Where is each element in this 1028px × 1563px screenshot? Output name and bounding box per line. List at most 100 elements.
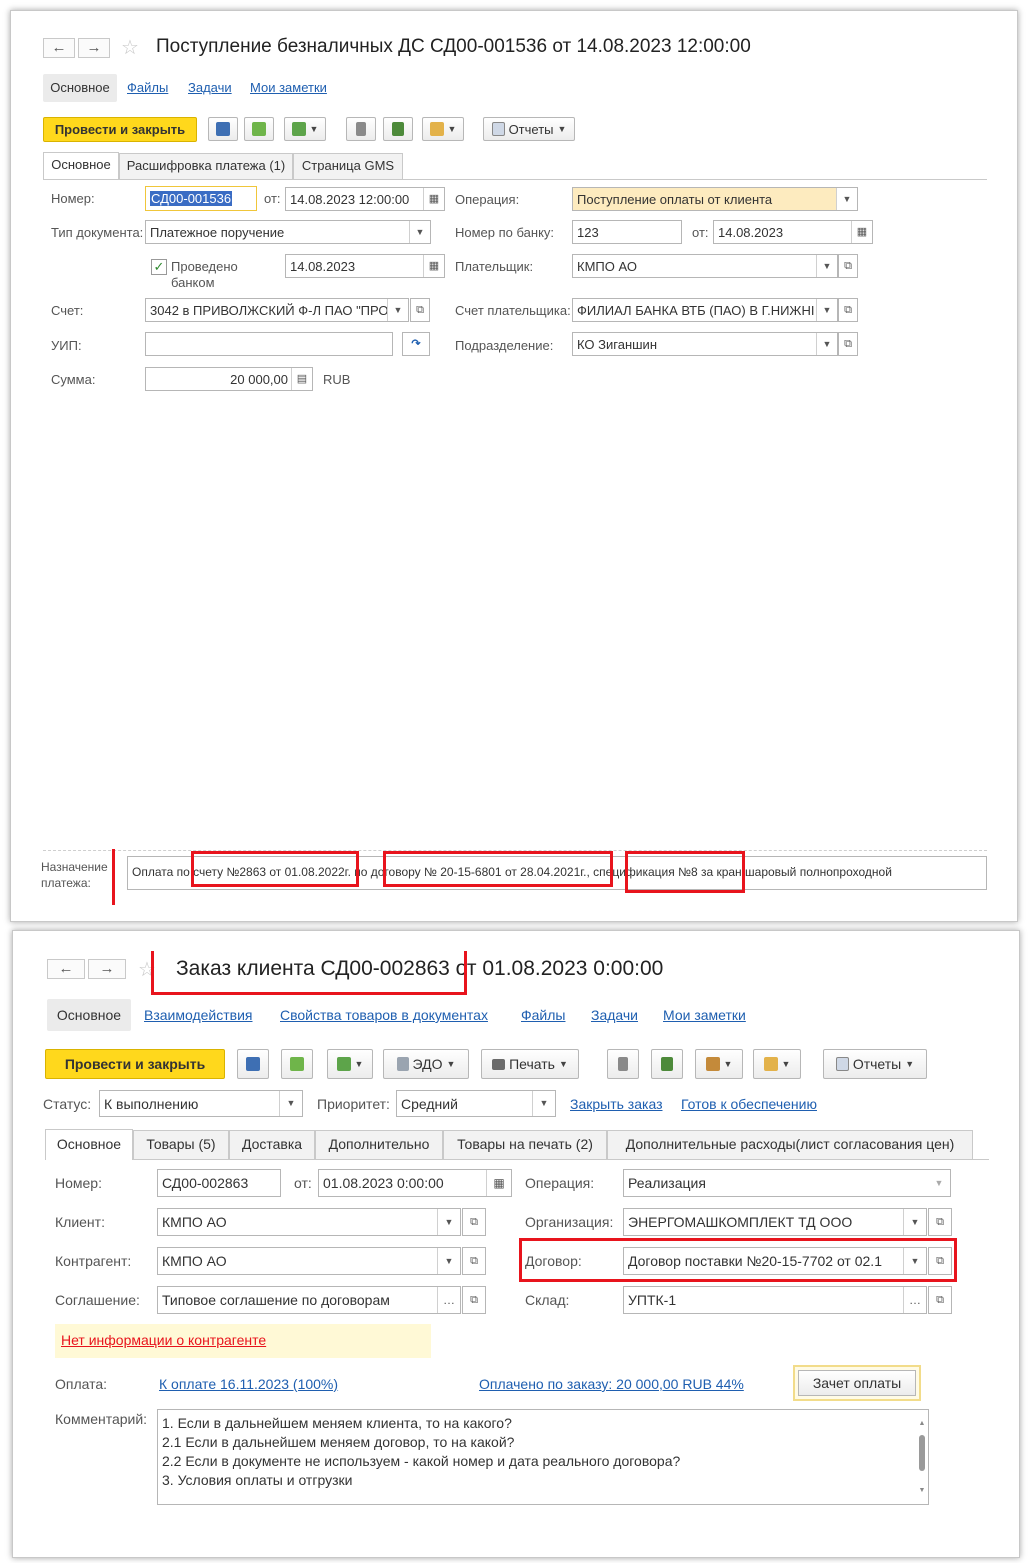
save-button[interactable] <box>208 117 238 141</box>
bank-number-field[interactable]: 123 <box>572 220 682 244</box>
organization-field[interactable]: ЭНЕРГОМАШКОМПЛЕКТ ТД ООО ▼ <box>623 1208 927 1236</box>
post-and-close-button[interactable]: Провести и закрыть <box>45 1049 225 1079</box>
comment-scrollbar[interactable]: ▲ ▼ <box>918 1414 926 1500</box>
tab-goods[interactable]: Товары (5) <box>133 1130 229 1159</box>
client-field[interactable]: КМПО АО ▼ <box>157 1208 461 1236</box>
create-based-on-button[interactable]: ▼ <box>327 1049 373 1079</box>
tab-gms[interactable]: Страница GMS <box>293 153 403 179</box>
reports-button[interactable]: Отчеты ▼ <box>483 117 575 141</box>
forward-button[interactable]: → <box>78 38 110 58</box>
chevron-down-icon[interactable]: ▼ <box>903 1209 926 1235</box>
journal-button[interactable] <box>607 1049 639 1079</box>
tab-additional[interactable]: Дополнительно <box>315 1130 443 1159</box>
counterparty-field[interactable]: КМПО АО ▼ <box>157 1247 461 1275</box>
warehouse-field[interactable]: УПТК-1 … <box>623 1286 927 1314</box>
calendar-icon[interactable]: ▦ <box>423 255 444 277</box>
tab-print-goods[interactable]: Товары на печать (2) <box>443 1130 607 1159</box>
section-tab-tasks[interactable]: Задачи <box>591 1007 638 1023</box>
section-tab-files[interactable]: Файлы <box>127 80 168 95</box>
chevron-down-icon[interactable]: ▼ <box>816 255 837 277</box>
edit-button[interactable] <box>651 1049 683 1079</box>
tab-main[interactable]: Основное <box>45 1129 133 1160</box>
paid-by-order-link[interactable]: Оплачено по заказу: 20 000,00 RUB 44% <box>479 1376 744 1392</box>
reports-button[interactable]: Отчеты ▼ <box>823 1049 927 1079</box>
back-button[interactable]: ← <box>47 959 85 979</box>
attach-button[interactable]: ▼ <box>753 1049 801 1079</box>
chevron-down-icon[interactable]: ▼ <box>928 1170 950 1196</box>
calendar-icon[interactable]: ▦ <box>423 188 444 210</box>
open-counterparty-icon[interactable]: ⧉ <box>462 1247 486 1275</box>
posted-by-bank-checkbox[interactable]: ✓ <box>151 259 167 275</box>
save-button[interactable] <box>237 1049 269 1079</box>
open-account-icon[interactable]: ⧉ <box>410 298 430 322</box>
calendar-icon[interactable]: ▦ <box>851 221 872 243</box>
ready-for-supply-link[interactable]: Готов к обеспечению <box>681 1096 817 1112</box>
users-button[interactable]: ▼ <box>695 1049 743 1079</box>
open-organization-icon[interactable]: ⧉ <box>928 1208 952 1236</box>
section-tab-product-properties[interactable]: Свойства товаров в документах <box>280 1007 488 1023</box>
number-field[interactable]: СД00-002863 <box>157 1169 281 1197</box>
open-payer-account-icon[interactable]: ⧉ <box>838 298 858 322</box>
post-button[interactable] <box>281 1049 313 1079</box>
chevron-down-icon[interactable]: ▼ <box>437 1209 460 1235</box>
open-agreement-icon[interactable]: ⧉ <box>462 1286 486 1314</box>
attach-button[interactable]: ▼ <box>422 117 464 141</box>
edit-button[interactable] <box>383 117 413 141</box>
chevron-down-icon[interactable]: ▼ <box>816 299 837 321</box>
section-tab-main[interactable]: Основное <box>47 999 131 1031</box>
star-icon[interactable]: ☆ <box>121 35 139 60</box>
tab-additional-expenses[interactable]: Дополнительные расходы(лист согласования… <box>607 1130 973 1159</box>
amount-field[interactable]: 20 000,00 ▤ <box>145 367 313 391</box>
comment-textarea[interactable]: 1. Если в дальнейшем меняем клиента, то … <box>157 1409 929 1505</box>
section-tab-tasks[interactable]: Задачи <box>188 80 232 95</box>
chevron-down-icon[interactable]: ▼ <box>437 1248 460 1274</box>
open-warehouse-icon[interactable]: ⧉ <box>928 1286 952 1314</box>
bank-date-field[interactable]: 14.08.2023 ▦ <box>713 220 873 244</box>
section-tab-notes[interactable]: Мои заметки <box>250 80 327 95</box>
no-counterparty-info-link[interactable]: Нет информации о контрагенте <box>61 1332 266 1348</box>
date-field[interactable]: 01.08.2023 0:00:00 ▦ <box>318 1169 512 1197</box>
uip-action-icon[interactable]: ↷ <box>402 332 430 356</box>
chevron-down-icon[interactable]: ▼ <box>532 1091 555 1116</box>
section-tab-files[interactable]: Файлы <box>521 1007 565 1023</box>
open-payer-icon[interactable]: ⧉ <box>838 254 858 278</box>
number-field[interactable]: СД00-001536 <box>145 186 257 211</box>
section-tab-interactions[interactable]: Взаимодействия <box>144 1007 253 1023</box>
payer-account-field[interactable]: ФИЛИАЛ БАНКА ВТБ (ПАО) В Г.НИЖНІ ▼ <box>572 298 838 322</box>
offset-payment-button[interactable]: Зачет оплаты <box>793 1365 921 1401</box>
status-field[interactable]: К выполнению ▼ <box>99 1090 303 1117</box>
section-tab-main[interactable]: Основное <box>43 74 117 102</box>
select-ellipsis-icon[interactable]: … <box>903 1287 926 1313</box>
account-field[interactable]: 3042 в ПРИВОЛЖСКИЙ Ф-Л ПАО "ПРО ▼ <box>145 298 409 322</box>
post-and-close-button[interactable]: Провести и закрыть <box>43 117 197 142</box>
chevron-down-icon[interactable]: ▼ <box>279 1091 302 1116</box>
calendar-icon[interactable]: ▦ <box>486 1170 511 1196</box>
chevron-down-icon[interactable]: ▼ <box>816 333 837 355</box>
close-order-link[interactable]: Закрыть заказ <box>570 1096 663 1112</box>
tab-main[interactable]: Основное <box>43 152 119 179</box>
calculator-icon[interactable]: ▤ <box>291 368 312 390</box>
date-field[interactable]: 14.08.2023 12:00:00 ▦ <box>285 187 445 211</box>
edo-button[interactable]: ЭДО ▼ <box>383 1049 469 1079</box>
open-department-icon[interactable]: ⧉ <box>838 332 858 356</box>
operation-field[interactable]: Реализация ▼ <box>623 1169 951 1197</box>
forward-button[interactable]: → <box>88 959 126 979</box>
doctype-field[interactable]: Платежное поручение ▼ <box>145 220 431 244</box>
operation-field[interactable]: Поступление оплаты от клиента ▼ <box>572 187 858 211</box>
uip-field[interactable] <box>145 332 393 356</box>
print-button[interactable]: Печать ▼ <box>481 1049 579 1079</box>
chevron-down-icon[interactable]: ▼ <box>387 299 408 321</box>
agreement-field[interactable]: Типовое соглашение по договорам … <box>157 1286 461 1314</box>
tab-payment-breakdown[interactable]: Расшифровка платежа (1) <box>119 153 293 179</box>
journal-button[interactable] <box>346 117 376 141</box>
open-client-icon[interactable]: ⧉ <box>462 1208 486 1236</box>
priority-field[interactable]: Средний ▼ <box>396 1090 556 1117</box>
payment-due-link[interactable]: К оплате 16.11.2023 (100%) <box>159 1376 338 1392</box>
back-button[interactable]: ← <box>43 38 75 58</box>
department-field[interactable]: КО Зиганшин ▼ <box>572 332 838 356</box>
chevron-down-icon[interactable]: ▼ <box>836 188 857 210</box>
post-button[interactable] <box>244 117 274 141</box>
payer-field[interactable]: КМПО АО ▼ <box>572 254 838 278</box>
chevron-down-icon[interactable]: ▼ <box>409 221 430 243</box>
select-ellipsis-icon[interactable]: … <box>437 1287 460 1313</box>
